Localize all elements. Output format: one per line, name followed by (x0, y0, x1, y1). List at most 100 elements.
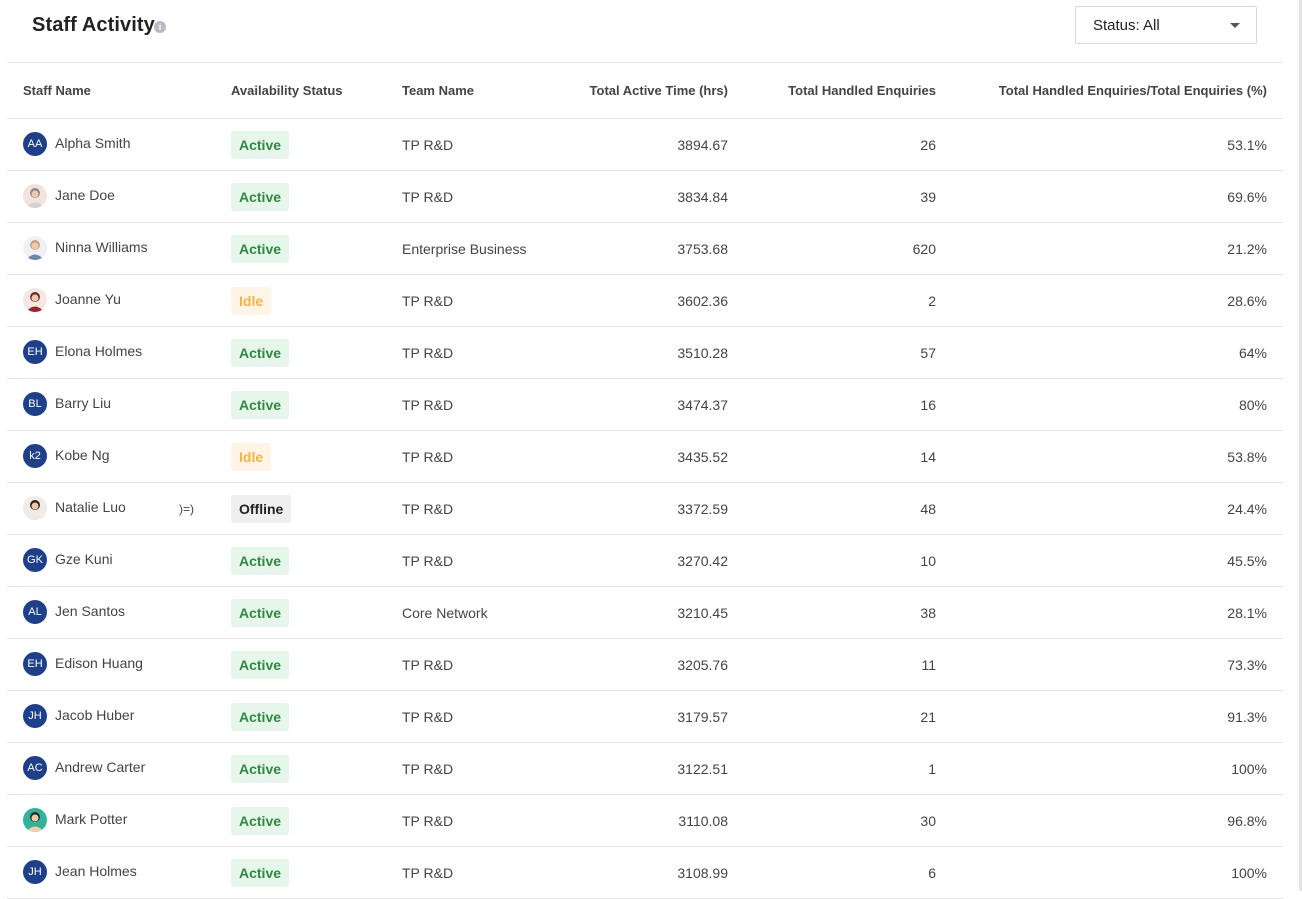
table-row[interactable]: Natalie Luo)=) Offline TP R&D 3372.59 48 24.4… (7, 482, 1283, 535)
total-handled-enquiries: 11 (921, 657, 936, 673)
staff-name-cell: k2 Kobe Ng (7, 430, 179, 482)
table-row[interactable]: Mark Potter Active TP R&D 3110.08 30 96.8% (7, 794, 1283, 847)
avatar: JH (23, 860, 47, 884)
table-row[interactable]: AA Alpha Smith Active TP R&D 3894.67 26 53.1% (7, 118, 1283, 171)
team-name: TP R&D (402, 293, 454, 309)
avatar-photo (23, 184, 47, 208)
staff-name: Edison Huang (55, 655, 143, 671)
handled-enquiries-percent: 80% (1238, 397, 1267, 413)
staff-name: Kobe Ng (55, 447, 110, 463)
handled-enquiries-percent: 28.6% (1227, 293, 1267, 309)
table-body: AA Alpha Smith Active TP R&D 3894.67 26 53.1% J… (7, 118, 1283, 899)
staff-name-cell: EH Edison Huang (7, 638, 179, 690)
status-badge: Active (231, 183, 290, 211)
staff-name-cell: Joanne Yu (7, 274, 179, 326)
staff-name: Elona Holmes (55, 343, 143, 359)
status-badge: Active (231, 807, 290, 835)
team-name: TP R&D (402, 137, 454, 153)
avatar: AL (23, 600, 47, 624)
column-header-availability-status[interactable]: Availability Status (231, 83, 343, 98)
total-active-time: 3179.57 (677, 709, 728, 725)
table-header-row: Staff Name Availability Status Team Name… (7, 62, 1283, 119)
status-badge: Active (231, 599, 290, 627)
avatar: BL (23, 392, 47, 416)
status-badge: Active (231, 235, 290, 263)
staff-name: Barry Liu (55, 395, 112, 411)
total-handled-enquiries: 16 (920, 397, 936, 413)
team-name: TP R&D (402, 709, 454, 725)
table-row[interactable]: EH Edison Huang Active TP R&D 3205.76 11 73.3% (7, 638, 1283, 691)
handled-enquiries-percent: 100% (1231, 865, 1267, 881)
avatar-photo (23, 808, 47, 832)
avatar: AA (23, 132, 47, 156)
handled-enquiries-percent: 53.8% (1227, 449, 1267, 465)
total-active-time: 3110.08 (678, 813, 728, 829)
avatar: AC (23, 756, 47, 780)
table-row[interactable]: Jane Doe Active TP R&D 3834.84 39 69.6% (7, 170, 1283, 223)
table-row[interactable]: k2 Kobe Ng Idle TP R&D 3435.52 14 53.8% (7, 430, 1283, 483)
table-row[interactable]: EH Elona Holmes Active TP R&D 3510.28 57 64% (7, 326, 1283, 379)
total-active-time: 3270.42 (677, 553, 728, 569)
total-handled-enquiries: 48 (920, 501, 936, 517)
team-name: TP R&D (402, 345, 454, 361)
info-icon[interactable]: i (154, 21, 166, 33)
table-row[interactable]: AL Jen Santos Active Core Network 3210.45 38 2… (7, 586, 1283, 639)
avatar-photo (23, 236, 47, 260)
handled-enquiries-percent: 96.8% (1227, 813, 1267, 829)
column-header-handled-enquiries-percent[interactable]: Total Handled Enquiries/Total Enquiries … (999, 83, 1267, 98)
total-active-time: 3210.45 (677, 605, 728, 621)
staff-activity-table: Staff Name Availability Status Team Name… (7, 62, 1283, 899)
status-badge: Active (231, 131, 290, 159)
status-badge: Active (231, 703, 290, 731)
staff-name-cell: AA Alpha Smith (7, 118, 179, 170)
status-filter-dropdown[interactable]: Status: All (1075, 6, 1257, 44)
table-row[interactable]: Joanne Yu Idle TP R&D 3602.36 2 28.6% (7, 274, 1283, 327)
status-badge: Active (231, 859, 290, 887)
staff-name: Jacob Huber (55, 707, 135, 723)
handled-enquiries-percent: 45.5% (1227, 553, 1267, 569)
column-header-total-active-time[interactable]: Total Active Time (hrs) (590, 83, 728, 98)
total-handled-enquiries: 26 (920, 137, 936, 153)
chevron-down-icon (1230, 23, 1240, 28)
team-name: TP R&D (402, 449, 454, 465)
handled-enquiries-percent: 91.3% (1227, 709, 1267, 725)
total-active-time: 3122.51 (677, 761, 728, 777)
status-badge: Active (231, 651, 290, 679)
total-handled-enquiries: 2 (928, 293, 936, 309)
total-active-time: 3474.37 (677, 397, 728, 413)
team-name: Core Network (402, 605, 488, 621)
total-active-time: 3108.99 (677, 865, 728, 881)
team-name: TP R&D (402, 553, 454, 569)
table-row[interactable]: Ninna Williams Active Enterprise Business 3… (7, 222, 1283, 275)
total-handled-enquiries: 1 (928, 761, 936, 777)
status-badge: Idle (231, 287, 272, 315)
staff-name-cell: EH Elona Holmes (7, 326, 179, 378)
staff-name-cell: BL Barry Liu (7, 378, 179, 430)
handled-enquiries-percent: 24.4% (1227, 501, 1267, 517)
table-row[interactable]: JH Jacob Huber Active TP R&D 3179.57 21 91.3% (7, 690, 1283, 743)
table-row[interactable]: BL Barry Liu Active TP R&D 3474.37 16 80% (7, 378, 1283, 431)
staff-name: Alpha Smith (55, 135, 131, 151)
handled-enquiries-percent: 53.1% (1227, 137, 1267, 153)
total-active-time: 3894.67 (677, 137, 728, 153)
table-row[interactable]: JH Jean Holmes Active TP R&D 3108.99 6 100% (7, 846, 1283, 899)
column-header-total-handled-enquiries[interactable]: Total Handled Enquiries (788, 83, 936, 98)
staff-name: Jane Doe (55, 187, 115, 203)
column-header-staff-name[interactable]: Staff Name (23, 83, 91, 98)
avatar: EH (23, 652, 47, 676)
status-badge: Idle (231, 443, 272, 471)
overflow-text: )=) (179, 502, 194, 516)
staff-name-cell: AL Jen Santos (7, 586, 179, 638)
team-name: TP R&D (402, 657, 454, 673)
divider (7, 62, 1283, 63)
staff-name-cell: Mark Potter (7, 794, 179, 846)
total-handled-enquiries: 39 (920, 189, 936, 205)
total-handled-enquiries: 620 (912, 241, 936, 257)
table-row[interactable]: GK Gze Kuni Active TP R&D 3270.42 10 45.5% (7, 534, 1283, 587)
column-header-team-name[interactable]: Team Name (402, 83, 474, 98)
total-active-time: 3372.59 (677, 501, 728, 517)
total-active-time: 3205.76 (677, 657, 728, 673)
table-row[interactable]: AC Andrew Carter Active TP R&D 3122.51 1 100% (7, 742, 1283, 795)
handled-enquiries-percent: 21.2% (1227, 241, 1267, 257)
avatar-photo (23, 288, 47, 312)
